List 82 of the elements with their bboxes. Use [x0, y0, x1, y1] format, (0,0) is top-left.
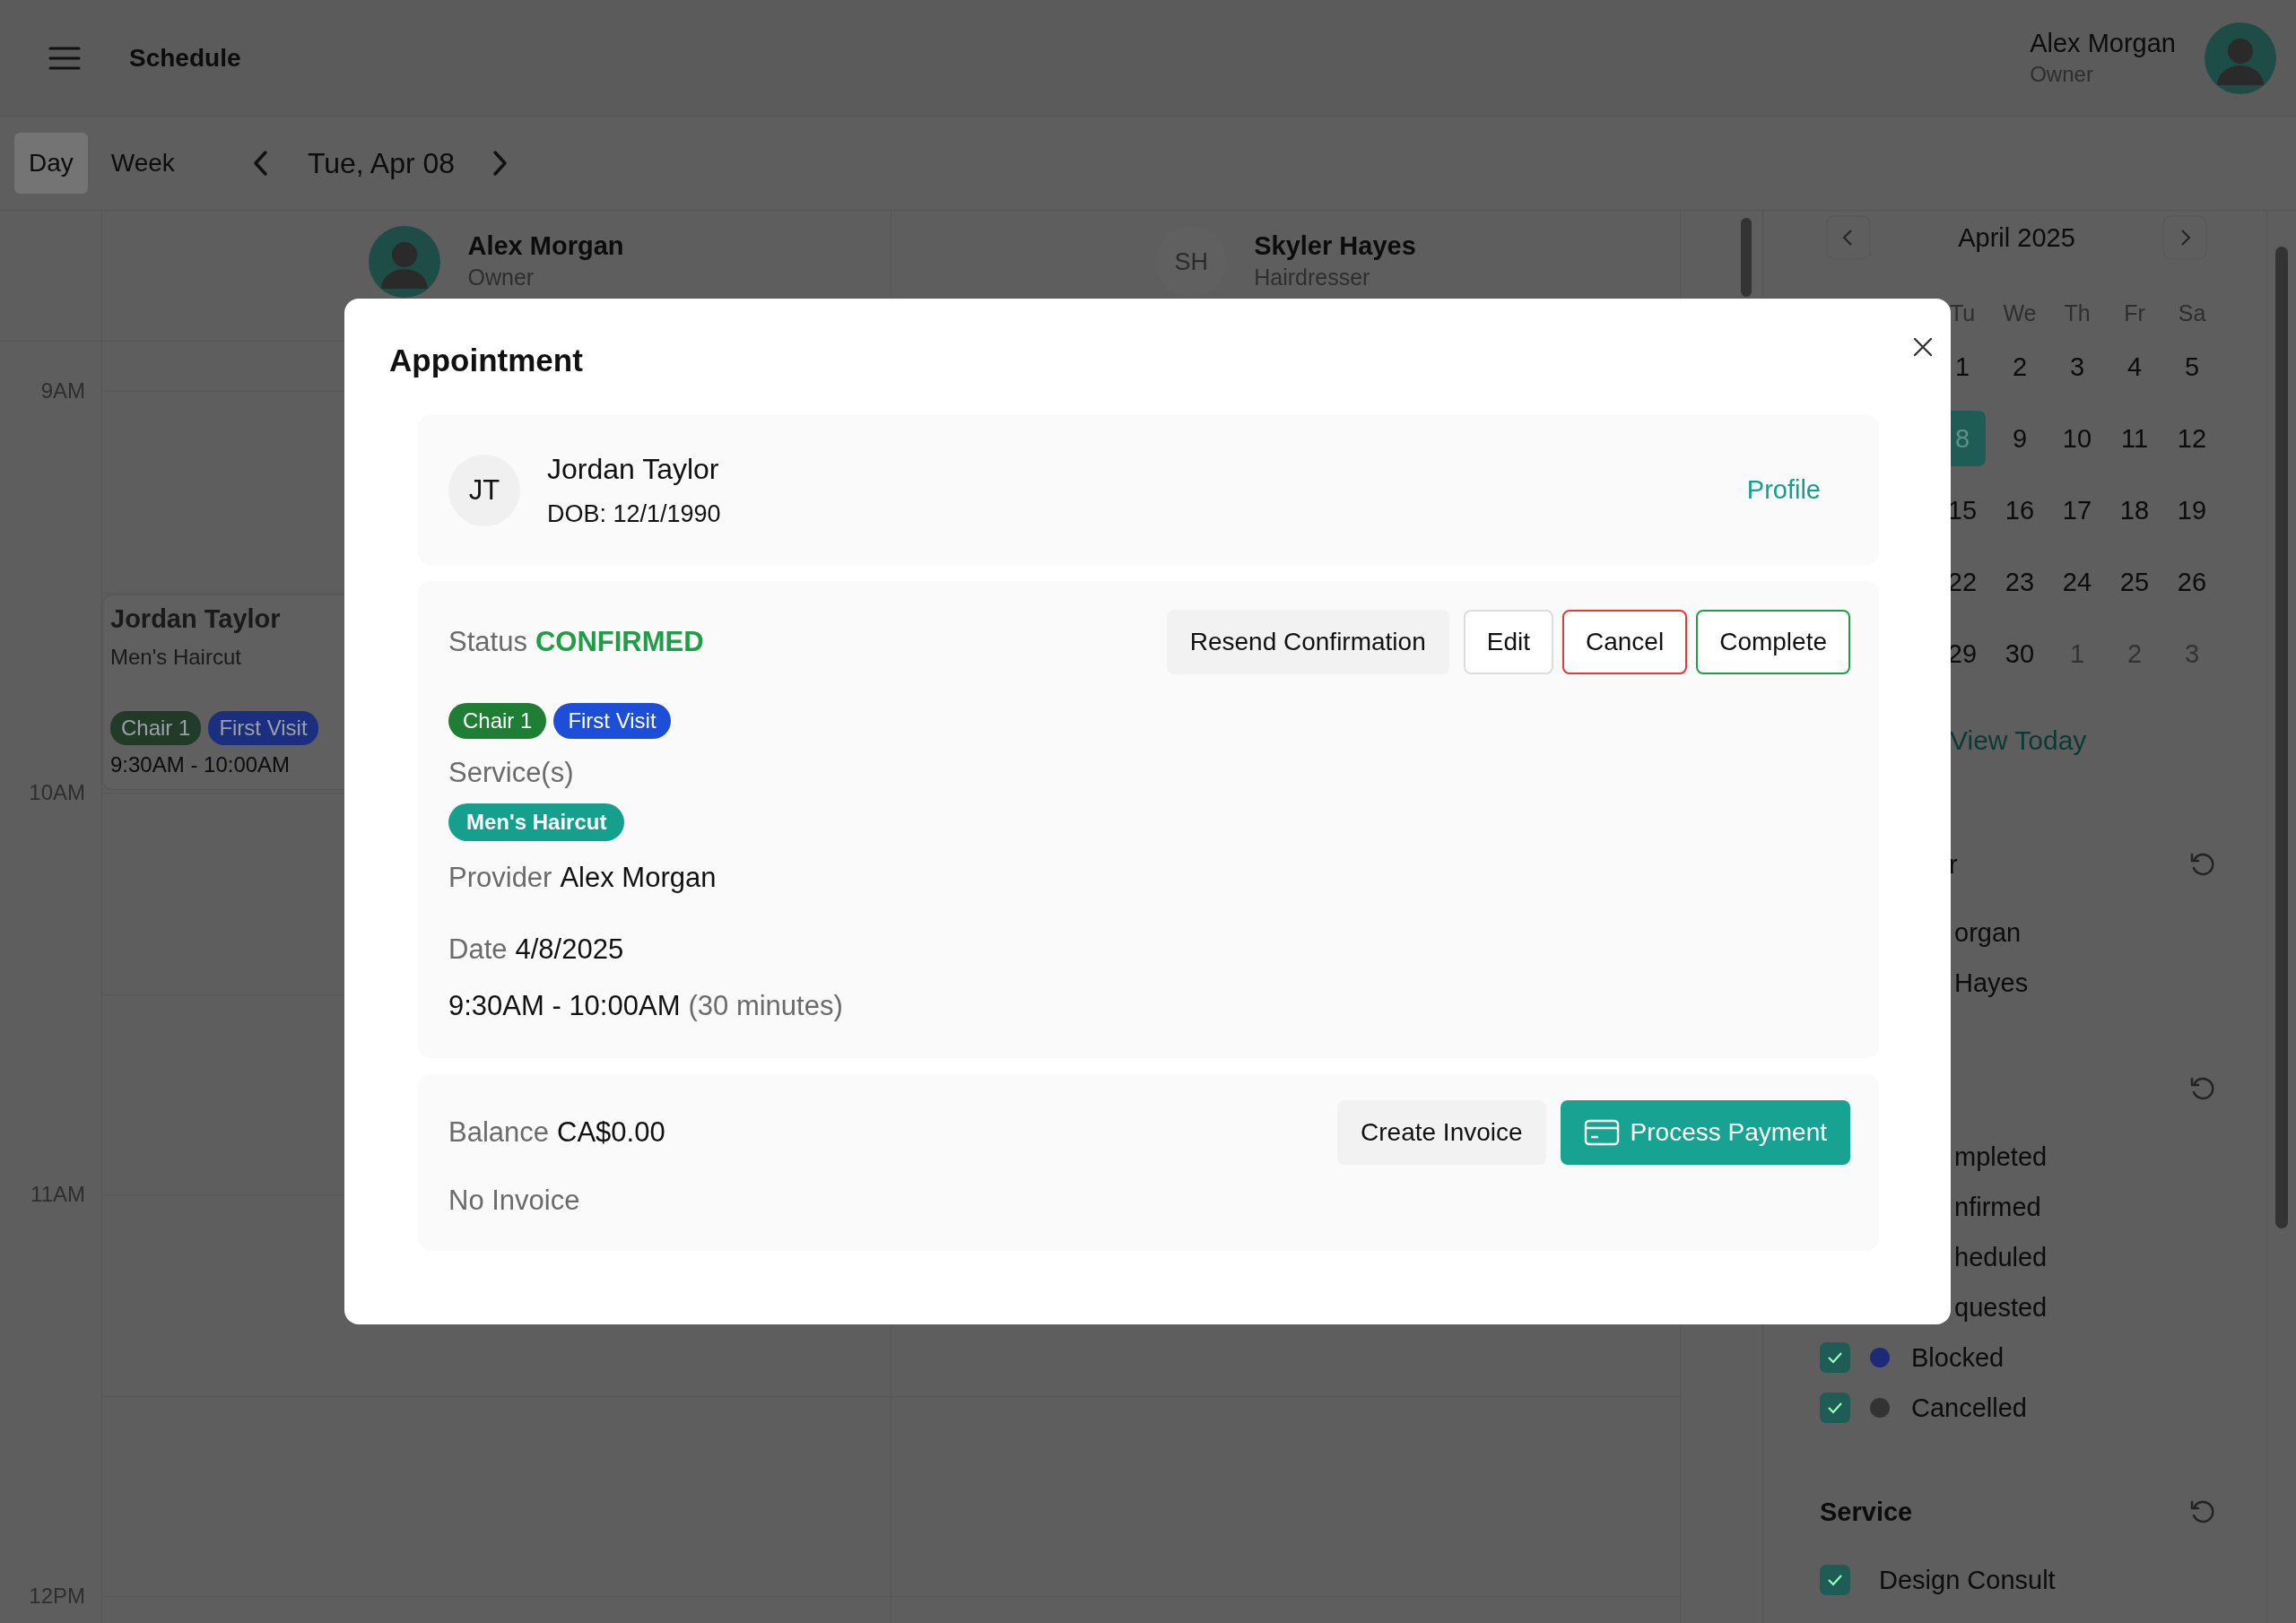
checkbox[interactable] — [1820, 1393, 1850, 1423]
filter-label: Blocked — [1911, 1342, 2005, 1373]
view-today-link[interactable]: View Today — [1950, 725, 2087, 756]
balance-label: Balance — [448, 1115, 550, 1150]
filter-label: quested — [1954, 1292, 2048, 1323]
scrollbar-thumb[interactable] — [2275, 247, 2288, 1228]
calendar-day[interactable]: 9 — [1996, 411, 2043, 466]
profile-link[interactable]: Profile — [1746, 475, 1821, 505]
view-tab[interactable]: Day — [14, 133, 88, 194]
duration: (30 minutes) — [688, 989, 843, 1023]
provider-name: Alex Morgan — [467, 231, 624, 261]
action-button[interactable]: Complete — [1696, 610, 1850, 674]
date-value: 4/8/2025 — [515, 933, 624, 967]
invoice-button[interactable]: Create Invoice — [1337, 1100, 1546, 1165]
event-tag: First Visit — [208, 711, 318, 745]
calendar-day[interactable]: 5 — [2169, 339, 2215, 395]
status-value: CONFIRMED — [535, 626, 704, 658]
filter-label: organ — [1954, 917, 2022, 948]
action-button[interactable]: Resend Confirmation — [1166, 610, 1449, 674]
credit-card-icon — [1583, 1119, 1620, 1146]
previous-icon[interactable] — [251, 150, 270, 177]
filter-label: Cancelled — [1911, 1393, 2027, 1423]
filter-label: heduled — [1954, 1242, 2048, 1272]
provider-value: Alex Morgan — [560, 861, 717, 895]
calendar-day[interactable]: 26 — [2169, 554, 2215, 610]
provider-label: Provider — [448, 861, 552, 895]
service-tag: Men's Haircut — [448, 803, 625, 841]
appointment-tag: Chair 1 — [448, 703, 547, 739]
date-label: Date — [448, 933, 508, 967]
status-label: Status — [448, 625, 527, 659]
month-title: April 2025 — [1958, 222, 2075, 253]
client-dob: DOB: 12/1/1990 — [547, 499, 721, 528]
filter-label: nfirmed — [1954, 1192, 2041, 1222]
calendar-day[interactable]: 24 — [2054, 554, 2100, 610]
client-name: Jordan Taylor — [547, 452, 720, 486]
page-title: Schedule — [129, 43, 241, 73]
event-time: 9:30AM - 10:00AM — [110, 752, 291, 777]
filter-title: r — [1948, 849, 1958, 880]
reset-icon[interactable] — [2189, 1498, 2216, 1525]
filter-label: Design Consult — [1879, 1565, 2056, 1595]
calendar-day[interactable]: 23 — [1996, 554, 2043, 610]
reset-icon[interactable] — [2189, 851, 2216, 878]
payment-button[interactable]: Process Payment — [1560, 1100, 1850, 1165]
avatar-icon[interactable] — [2205, 22, 2276, 94]
calendar-day[interactable]: 17 — [2054, 482, 2100, 538]
balance-value: CA$0.00 — [557, 1115, 665, 1150]
calendar-day[interactable]: 3 — [2054, 339, 2100, 395]
calendar-day[interactable]: 12 — [2169, 411, 2215, 466]
calendar-day[interactable]: 2 — [1996, 339, 2043, 395]
checkbox[interactable] — [1820, 1342, 1850, 1373]
current-date: Tue, Apr 08 — [307, 146, 456, 180]
close-icon[interactable] — [1913, 337, 1933, 357]
calendar-day[interactable]: 18 — [2111, 482, 2158, 538]
provider-name: Skyler Hayes — [1254, 231, 1416, 261]
scrollbar-thumb[interactable] — [1741, 218, 1752, 297]
appointment-tag: First Visit — [553, 703, 671, 739]
calendar-day[interactable]: 30 — [1996, 626, 2043, 681]
calendar-day[interactable]: 16 — [1996, 482, 2043, 538]
invoice-status: No Invoice — [448, 1184, 581, 1218]
dialog-title: Appointment — [389, 343, 583, 378]
calendar-day[interactable]: 25 — [2111, 554, 2158, 610]
filter-label: mpleted — [1954, 1141, 2048, 1172]
calendar-day[interactable]: 19 — [2169, 482, 2215, 538]
action-button[interactable]: Cancel — [1562, 610, 1688, 674]
checkbox[interactable] — [1820, 1565, 1850, 1595]
user-name: Alex Morgan — [2030, 29, 2176, 58]
reset-icon[interactable] — [2189, 1075, 2216, 1102]
view-tab[interactable]: Week — [96, 133, 189, 194]
action-button[interactable]: Edit — [1463, 610, 1553, 674]
next-icon[interactable] — [491, 150, 509, 177]
event-service: Men's Haircut — [110, 645, 242, 670]
time-range: 9:30AM - 10:00AM — [448, 989, 681, 1023]
calendar-day[interactable]: 10 — [2054, 411, 2100, 466]
filter-title: Service — [1820, 1497, 1913, 1527]
event-client: Jordan Taylor — [110, 604, 282, 634]
filter-label: Hayes — [1954, 968, 2029, 998]
client-avatar: JT — [448, 454, 520, 526]
calendar-day[interactable]: 4 — [2111, 339, 2158, 395]
event-tag: Chair 1 — [110, 711, 202, 745]
calendar-day[interactable]: 11 — [2111, 411, 2158, 466]
menu-icon[interactable] — [48, 46, 81, 70]
services-label: Service(s) — [448, 756, 574, 790]
